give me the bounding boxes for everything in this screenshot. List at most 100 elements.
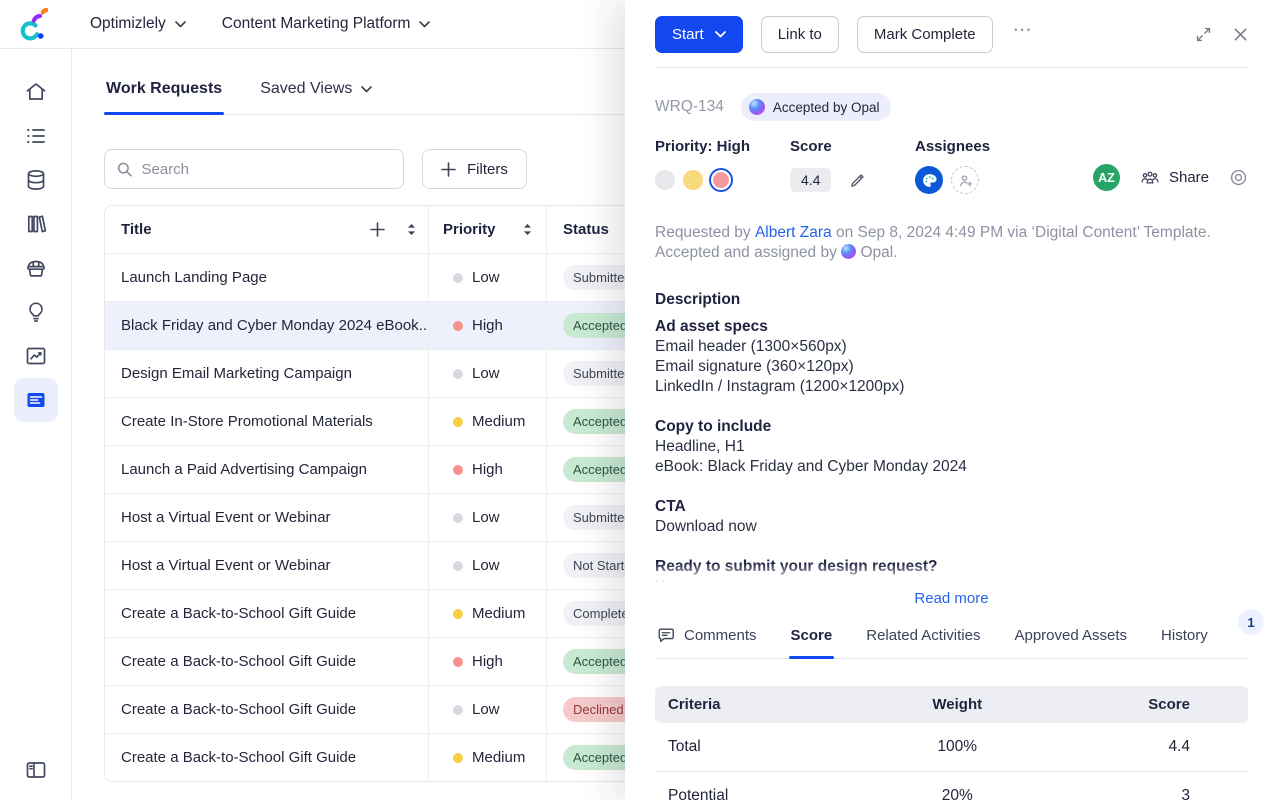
description-line: Ad asset specs (655, 317, 1248, 337)
priority-medium-dot[interactable] (683, 170, 703, 190)
sidebar-item-database[interactable] (24, 168, 48, 192)
description-line: Copy to include (655, 417, 1248, 437)
row-priority: High (428, 302, 546, 349)
sort-icon[interactable] (407, 223, 416, 236)
search-input[interactable] (141, 161, 391, 178)
app-switcher[interactable]: Content Marketing Platform (222, 15, 431, 33)
app-name: Content Marketing Platform (222, 15, 411, 33)
panel-action-bar: Start Link to Mark Complete ⋯ (655, 16, 1248, 53)
row-title: Launch Landing Page (105, 254, 428, 301)
share-button[interactable]: Share (1140, 169, 1209, 186)
requests-icon (24, 388, 48, 412)
search-box[interactable] (104, 149, 404, 189)
read-more-link[interactable]: Read more (655, 590, 1248, 607)
description-line: Headline, H1 (655, 437, 1248, 457)
column-header-title[interactable]: Title (105, 206, 428, 253)
requested-by-text: Requested by Albert Zara on Sep 8, 2024 … (655, 223, 1248, 263)
priority-high-dot[interactable] (711, 170, 731, 190)
sidebar-item-list[interactable] (24, 124, 48, 148)
org-name: Optimizlely (90, 15, 166, 33)
opal-icon (749, 99, 765, 115)
palette-icon (921, 172, 938, 189)
sidebar-collapse[interactable] (24, 758, 48, 782)
expand-panel-button[interactable] (1195, 26, 1212, 43)
close-panel-button[interactable] (1233, 27, 1248, 42)
description-lines: Ad asset specsEmail header (1300×560px)E… (655, 317, 1248, 587)
sort-icon[interactable] (523, 223, 532, 236)
tab-comments[interactable]: Comments (655, 616, 759, 658)
description-fade (655, 563, 1248, 587)
start-button[interactable]: Start (655, 16, 743, 53)
requester-link[interactable]: Albert Zara (755, 224, 832, 241)
list-icon (24, 124, 48, 148)
tab-label: Work Requests (106, 80, 222, 98)
basket-icon (24, 256, 48, 280)
filters-button[interactable]: Filters (422, 149, 527, 189)
row-priority: High (428, 638, 546, 685)
score-col-weight: Weight (857, 696, 1059, 713)
add-column-icon[interactable] (370, 222, 385, 237)
sidebar-item-home[interactable] (24, 80, 48, 104)
tab-history[interactable]: History (1159, 617, 1210, 658)
row-title: Create a Back-to-School Gift Guide (105, 686, 428, 733)
status-badge: Declined (563, 697, 634, 722)
row-title: Black Friday and Cyber Monday 2024 eBook… (105, 302, 428, 349)
assignee-avatar[interactable] (915, 166, 943, 194)
priority-dot-icon (453, 705, 463, 715)
add-assignee-button[interactable] (951, 166, 979, 194)
pencil-icon (848, 171, 867, 190)
tab-saved-views[interactable]: Saved Views (258, 78, 374, 114)
add-person-icon (958, 173, 973, 188)
assignees-label: Assignees (915, 138, 990, 155)
tab-score[interactable]: Score (789, 617, 835, 658)
work-request-id: WRQ-134 (655, 98, 724, 116)
description-line: CTA (655, 497, 1248, 517)
app-window: Optimizlely Content Marketing Platform (0, 0, 1280, 800)
org-switcher[interactable]: Optimizlely (90, 15, 186, 33)
people-group-icon (1140, 169, 1160, 186)
tab-related-activities[interactable]: Related Activities (864, 617, 982, 658)
sidebar-item-analytics[interactable] (24, 344, 48, 368)
sidebar (0, 49, 72, 800)
tab-work-requests[interactable]: Work Requests (104, 78, 224, 114)
priority-dot-icon (453, 273, 463, 283)
priority-dot-icon (453, 417, 463, 427)
description-body: Ad asset specsEmail header (1300×560px)E… (655, 317, 1248, 587)
score-label: Score (790, 138, 915, 155)
sidebar-item-library[interactable] (24, 212, 48, 236)
row-title: Host a Virtual Event or Webinar (105, 494, 428, 541)
description-line: Download now (655, 517, 1248, 537)
row-priority: Low (428, 350, 546, 397)
edit-score-button[interactable] (848, 171, 867, 190)
opal-status-badge: Accepted by Opal (741, 93, 892, 121)
priority-dot-icon (453, 465, 463, 475)
priority-dot-icon (453, 369, 463, 379)
priority-dot-icon (453, 609, 463, 619)
more-options-button[interactable]: ⋯ (1013, 21, 1034, 48)
tab-approved-assets[interactable]: Approved Assets (1012, 617, 1129, 658)
column-header-priority[interactable]: Priority (428, 206, 546, 253)
watch-button[interactable] (1229, 168, 1248, 187)
description-line: Email signature (360×120px) (655, 357, 1248, 377)
sidebar-item-assets[interactable] (24, 256, 48, 280)
row-priority: Medium (428, 734, 546, 781)
mark-complete-button[interactable]: Mark Complete (857, 16, 993, 53)
user-avatar[interactable]: AZ (1093, 164, 1120, 191)
priority-dot-icon (453, 753, 463, 763)
priority-label: Priority: High (655, 138, 790, 155)
score-row: Total100%4.4 (655, 723, 1248, 772)
link-to-button[interactable]: Link to (761, 16, 839, 53)
optimizely-logo-icon (18, 7, 48, 41)
row-title: Design Email Marketing Campaign (105, 350, 428, 397)
sidebar-item-ideas[interactable] (24, 300, 48, 324)
divider (655, 67, 1248, 68)
sidebar-item-work-requests[interactable] (14, 378, 58, 422)
description-line (655, 397, 1248, 417)
priority-low-dot[interactable] (655, 170, 675, 190)
plus-icon (441, 162, 456, 177)
row-title: Launch a Paid Advertising Campaign (105, 446, 428, 493)
watch-icon (1229, 168, 1248, 187)
lightbulb-icon (24, 300, 48, 324)
row-priority: Low (428, 254, 546, 301)
row-priority: Medium (428, 590, 546, 637)
